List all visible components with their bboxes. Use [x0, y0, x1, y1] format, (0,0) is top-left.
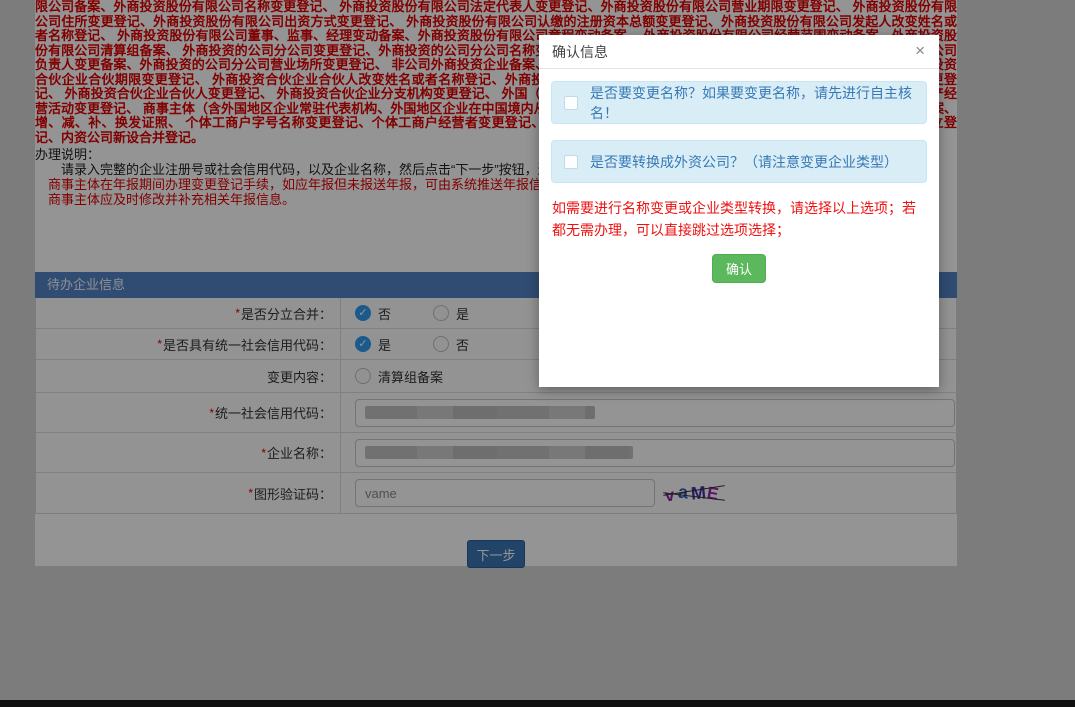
checkbox-unchecked-icon[interactable]: [564, 96, 578, 110]
option-change-name[interactable]: 是否要变更名称？如果要变更名称，请先进行自主核名！: [551, 81, 927, 124]
checkbox-unchecked-icon[interactable]: [564, 155, 578, 169]
modal-note: 如需要进行名称变更或企业类型转换，请选择以上选项；若都无需办理，可以直接跳过选项…: [552, 197, 926, 241]
close-icon[interactable]: ×: [913, 41, 927, 61]
option-convert-foreign[interactable]: 是否要转换成外资公司？（请注意变更企业类型）: [551, 140, 927, 183]
confirm-info-modal: 确认信息 × 是否要变更名称？如果要变更名称，请先进行自主核名！ 是否要转换成外…: [539, 35, 939, 387]
option-label: 是否要变更名称？如果要变更名称，请先进行自主核名！: [590, 83, 914, 123]
modal-header: 确认信息 ×: [539, 35, 939, 69]
option-label: 是否要转换成外资公司？（请注意变更企业类型）: [590, 152, 898, 172]
modal-title: 确认信息: [552, 42, 608, 62]
confirm-button[interactable]: 确认: [712, 254, 766, 283]
modal-body: 是否要变更名称？如果要变更名称，请先进行自主核名！ 是否要转换成外资公司？（请注…: [539, 69, 939, 295]
